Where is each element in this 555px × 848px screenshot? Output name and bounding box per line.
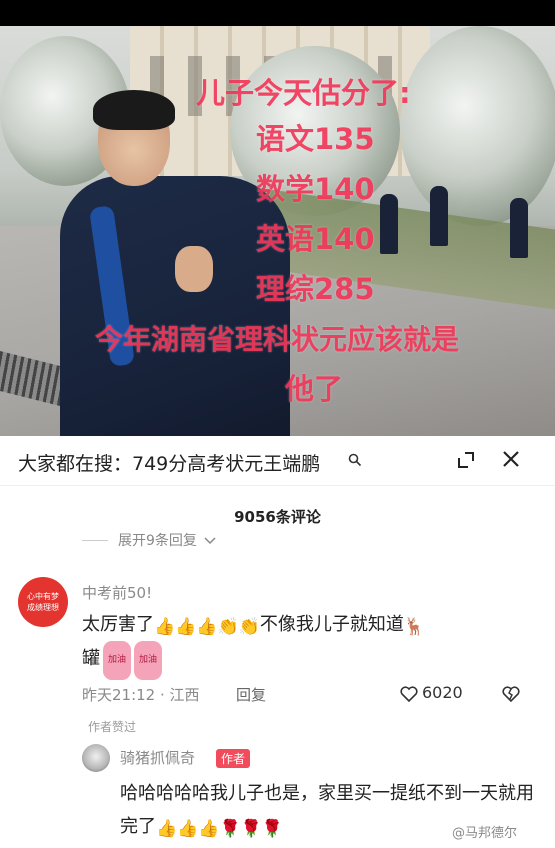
comment-time-location: 昨天21:12 · 江西 [82, 686, 200, 704]
overlay-line-1: 儿子今天估分了: [196, 76, 411, 110]
comment-count: 9056条评论 [234, 508, 321, 526]
watermark: @马邦德尔 [452, 826, 518, 841]
thumbs-up-emoji-icon: 👍👍👍 [154, 617, 218, 637]
close-icon[interactable] [500, 448, 522, 470]
expand-replies-button[interactable]: 展开9条回复 [82, 530, 216, 550]
search-icon[interactable] [348, 453, 362, 467]
comment-username[interactable]: 骑猪抓佩奇 [120, 747, 195, 768]
search-suggestion-bar[interactable]: 大家都在搜：749分高考状元王端鹏 [0, 436, 555, 486]
search-suggestion-text[interactable]: 大家都在搜：749分高考状元王端鹏 [18, 449, 320, 476]
overlay-line-5: 理综285 [256, 272, 375, 306]
deer-emoji-icon: 🦌 [403, 617, 426, 637]
comment-text: 不像我儿子就知道 [259, 614, 404, 635]
broken-heart-icon[interactable] [502, 685, 520, 703]
avatar-text: 心中有梦 [27, 592, 59, 601]
overlay-line-6: 今年湖南省理科状元应该就是 [95, 323, 460, 356]
overlay-line-3: 数学140 [256, 172, 375, 206]
video-frame[interactable]: 儿子今天估分了: 语文135 数学140 英语140 理综285 今年湖南省理科… [0, 26, 555, 436]
avatar[interactable] [82, 744, 110, 772]
author-liked-tag: 作者赞过 [88, 720, 137, 734]
clapping-emoji-icon: 👏👏 [217, 617, 260, 637]
comment-text: 太厉害了 [82, 614, 154, 635]
comment-body: 太厉害了👍👍👍👏👏不像我儿子就知道🦌 罐加油 加油 [82, 608, 522, 680]
thumbs-up-emoji-icon: 👍👍👍 [156, 819, 220, 839]
reply-button[interactable]: 回复 [236, 684, 266, 705]
minimize-icon[interactable] [456, 450, 476, 470]
overlay-line-7: 他了 [285, 372, 344, 406]
cheer-sticker: 加油 [134, 641, 163, 680]
avatar-text: 成绩理想 [27, 603, 59, 612]
cheer-sticker: 加油 [103, 641, 132, 680]
overlay-line-2: 语文135 [256, 122, 375, 156]
chevron-down-icon [204, 537, 216, 545]
expand-replies-label: 展开9条回复 [118, 533, 197, 549]
comment-username[interactable]: 中考前50! [82, 582, 152, 603]
comment-text: 罐 [82, 648, 100, 669]
avatar[interactable]: 心中有梦 成绩理想 [18, 577, 68, 627]
like-count: 6020 [422, 683, 463, 702]
author-badge: 作者 [216, 749, 251, 768]
heart-icon[interactable] [400, 686, 418, 702]
top-black-bar [0, 0, 555, 26]
divider [82, 540, 108, 541]
rose-emoji-icon: 🌹🌹🌹 [219, 819, 284, 839]
overlay-line-4: 英语140 [256, 222, 375, 256]
score-overlay: 儿子今天估分了: 语文135 数学140 英语140 理综285 今年湖南省理科… [0, 26, 555, 436]
